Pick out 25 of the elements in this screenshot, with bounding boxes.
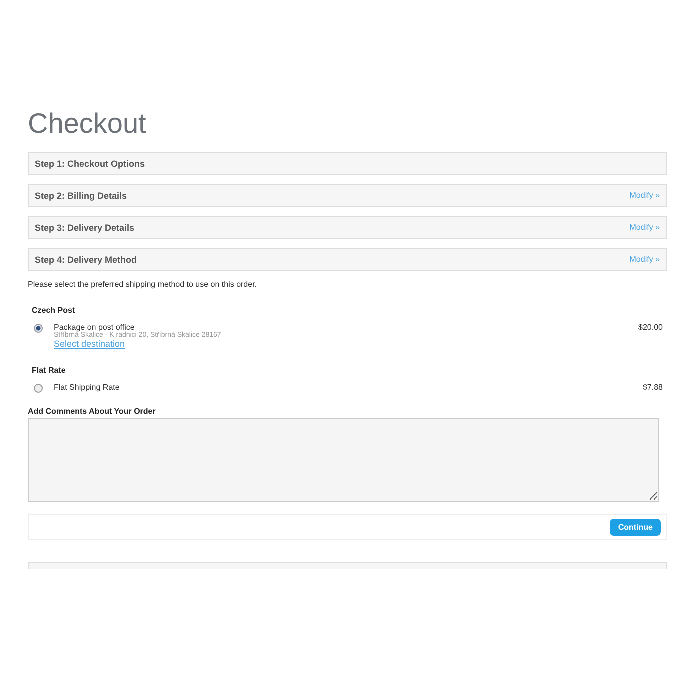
price-text: $20.00 <box>638 323 663 332</box>
modify-link[interactable]: Modify » <box>630 223 660 232</box>
step-title: Step 4: Delivery Method <box>35 254 138 264</box>
step-title: Step 1: Checkout Options <box>35 158 146 168</box>
step-title: Step 2: Billing Details <box>35 190 128 200</box>
step-header[interactable]: Step 1: Checkout Options <box>28 152 667 175</box>
step-title: Step 3: Delivery Details <box>35 222 135 232</box>
select-destination-link[interactable]: Select destination <box>54 339 639 349</box>
shipping-group-title: Flat Rate <box>32 366 67 375</box>
modify-link[interactable]: Modify » <box>630 191 660 200</box>
shipping-group-title: Czech Post <box>32 306 76 315</box>
radio-button[interactable] <box>34 384 43 393</box>
step-header[interactable]: Step 3: Delivery Details Modify » <box>28 216 667 239</box>
continue-button[interactable]: Continue <box>610 518 661 536</box>
page-title: Checkout <box>28 108 148 140</box>
instruction-text: Please select the preferred shipping method to use on this order. <box>28 280 258 289</box>
option-label: Flat Shipping Rate <box>54 383 121 392</box>
comments-label: Add Comments About Your Order <box>28 407 157 416</box>
modify-link[interactable]: Modify » <box>630 255 660 264</box>
comments-field[interactable] <box>28 418 659 502</box>
option-label: Package on post office <box>54 323 135 332</box>
radio-button[interactable] <box>34 324 43 333</box>
price-text: $7.88 <box>642 383 663 392</box>
step-header[interactable]: Step 4: Delivery Method Modify » <box>28 248 667 271</box>
step-header[interactable]: Step 2: Billing Details Modify » <box>28 184 667 207</box>
